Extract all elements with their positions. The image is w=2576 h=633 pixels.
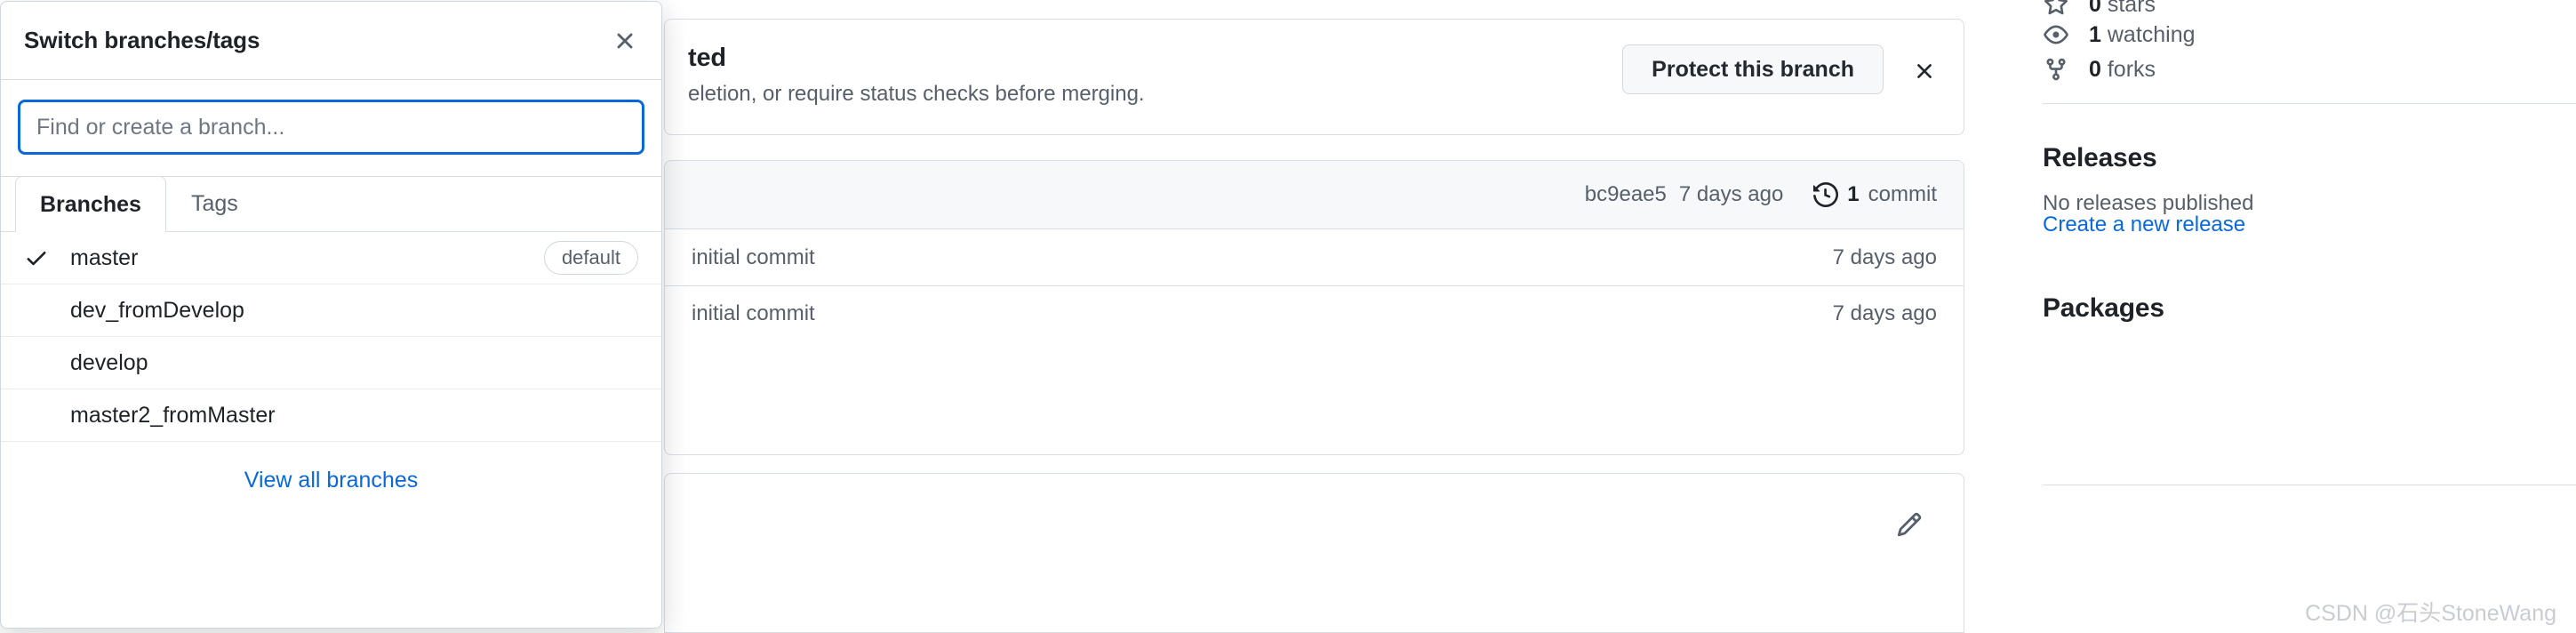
branch-name: dev_fromDevelop: [70, 297, 244, 323]
watching-count: 1: [2089, 21, 2101, 47]
stat-stars[interactable]: 0 stars: [2043, 0, 2156, 18]
create-a-new-release-link[interactable]: Create a new release: [2043, 212, 2245, 237]
dropdown-search-area: [1, 80, 661, 177]
history-icon: [1813, 182, 1839, 207]
repository-sidebar: 0 stars 1 watching 0 forks Releases No r…: [2043, 0, 2576, 633]
table-row[interactable]: initial commit 7 days ago: [665, 229, 1964, 285]
file-commit-time: 7 days ago: [1832, 301, 1937, 325]
tab-branches[interactable]: Branches: [15, 176, 166, 232]
tab-tags[interactable]: Tags: [166, 176, 263, 231]
branch-name: master: [70, 244, 139, 270]
stat-forks[interactable]: 0 forks: [2043, 56, 2156, 83]
divider: [2043, 103, 2576, 104]
branch-name: master2_fromMaster: [70, 402, 276, 428]
close-icon[interactable]: [612, 28, 638, 54]
pencil-icon[interactable]: [1896, 511, 1923, 538]
status-badge: default: [543, 240, 638, 276]
latest-commit-bar: bc9eae5 7 days ago 1 commit: [665, 161, 1964, 229]
file-commit-time: 7 days ago: [1832, 244, 1937, 269]
forks-label: forks: [2107, 56, 2156, 82]
watching-label: watching: [2107, 21, 2196, 47]
packages-heading: Packages: [2043, 293, 2164, 323]
branch-item-master2-frommaster[interactable]: master2_fromMaster: [1, 389, 661, 442]
readme-card: [664, 473, 1964, 633]
commit-count-number: 1: [1847, 182, 1860, 206]
branch-item-dev-fromdevelop[interactable]: dev_fromDevelop: [1, 284, 661, 337]
banner-subtitle: eletion, or require status checks before…: [688, 82, 1145, 106]
forks-count: 0: [2089, 56, 2101, 82]
file-commit-message[interactable]: initial commit: [692, 301, 815, 326]
branch-item-develop[interactable]: develop: [1, 337, 661, 389]
branch-search-input[interactable]: [18, 100, 644, 155]
branch-name: develop: [70, 349, 148, 375]
close-icon[interactable]: [1912, 59, 1937, 84]
check-icon: [24, 245, 54, 270]
dropdown-header: Switch branches/tags: [1, 2, 661, 80]
file-list-card: bc9eae5 7 days ago 1 commit initial comm…: [664, 160, 1964, 455]
protect-branch-banner: ted eletion, or require status checks be…: [664, 19, 1964, 135]
commit-count[interactable]: 1 commit: [1813, 182, 1937, 207]
eye-icon: [2043, 21, 2069, 48]
stars-label: stars: [2107, 0, 2156, 17]
stars-count: 0: [2089, 0, 2101, 17]
stat-watching[interactable]: 1 watching: [2043, 21, 2196, 48]
branch-item-master[interactable]: master default: [1, 232, 661, 284]
protect-this-branch-button[interactable]: Protect this branch: [1622, 44, 1884, 94]
file-commit-message[interactable]: initial commit: [692, 245, 815, 270]
commit-time: 7 days ago: [1678, 182, 1784, 206]
csdn-watermark: CSDN @石头StoneWang: [2305, 601, 2556, 626]
commit-sha[interactable]: bc9eae5: [1585, 182, 1667, 207]
view-all-branches-link[interactable]: View all branches: [244, 468, 418, 493]
switch-branches-tags-dropdown: Switch branches/tags Branches Tags maste…: [0, 1, 662, 629]
commit-count-label: commit: [1868, 182, 1937, 206]
releases-heading: Releases: [2043, 143, 2157, 172]
main-column: ted eletion, or require status checks be…: [664, 0, 1991, 633]
dropdown-title: Switch branches/tags: [24, 27, 260, 53]
banner-title: ted: [688, 44, 726, 72]
fork-icon: [2043, 56, 2069, 83]
table-row[interactable]: initial commit 7 days ago: [665, 285, 1964, 341]
star-icon: [2043, 0, 2069, 18]
dropdown-tabs: Branches Tags: [1, 176, 661, 232]
dropdown-footer: View all branches: [1, 442, 661, 518]
